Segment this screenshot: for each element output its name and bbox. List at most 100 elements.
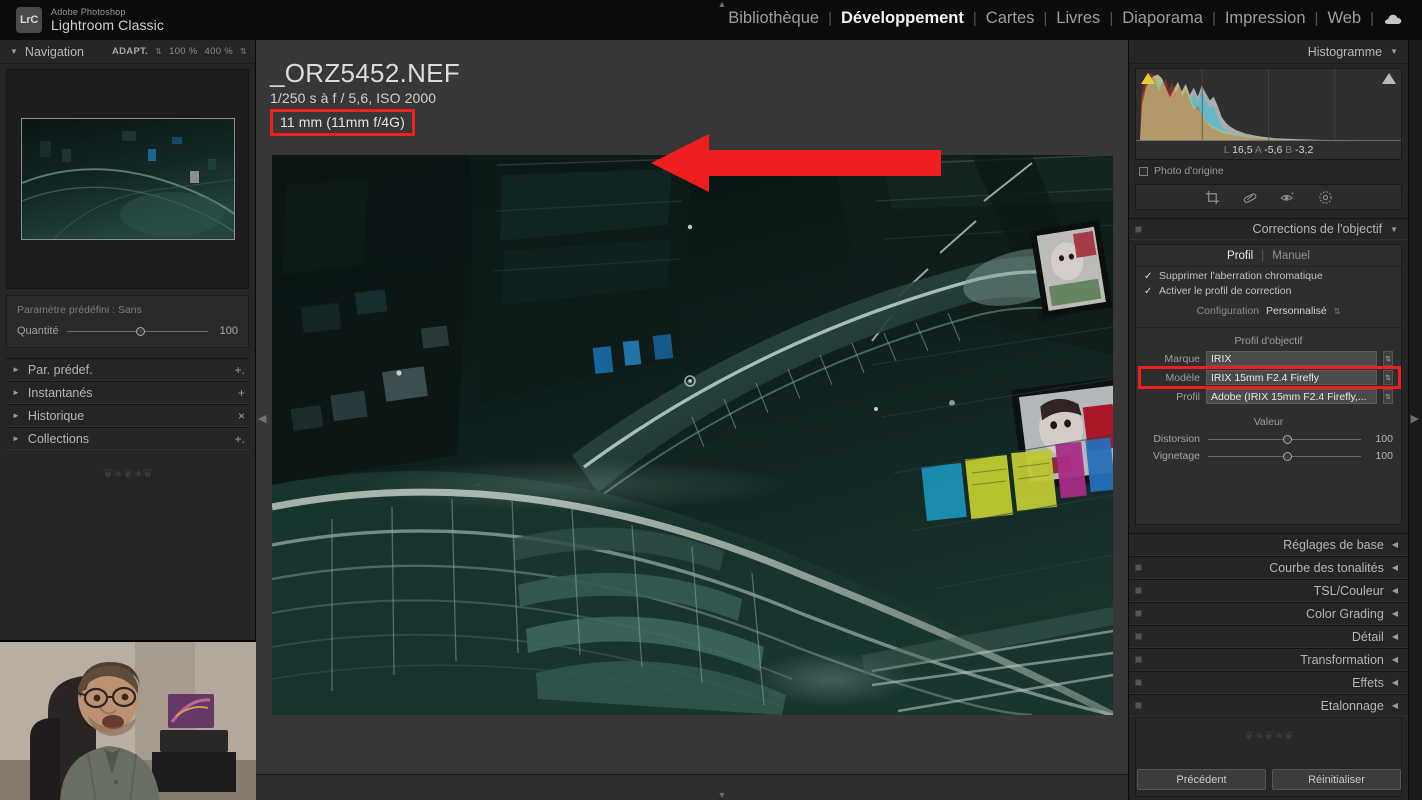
right-panel-buttons[interactable]: Précédent Réinitialiser [1129, 769, 1409, 790]
chevron-left-icon[interactable]: ◀ [1392, 701, 1398, 710]
module-picker[interactable]: Bibliothèque | Développement | Cartes | … [719, 9, 1406, 28]
distortion-slider[interactable] [1208, 434, 1361, 444]
navigator-header[interactable]: ▼ Navigation ADAPT. ⇅ 100 % 400 % ⇅ [0, 40, 255, 64]
add-snapshot-icon[interactable]: + [238, 386, 245, 400]
clear-history-icon[interactable]: × [238, 409, 245, 423]
chevron-right-icon[interactable]: ► [12, 411, 20, 420]
panel-switch-icon[interactable] [1135, 633, 1142, 640]
chevron-left-icon[interactable]: ◀ [1392, 609, 1398, 618]
previous-button[interactable]: Précédent [1137, 769, 1266, 790]
section-transformation[interactable]: Transformation ◀ [1129, 648, 1408, 671]
module-diaporama[interactable]: Diaporama [1113, 9, 1212, 28]
chevron-right-icon[interactable]: ► [12, 434, 20, 443]
add-preset-icon[interactable]: +. [235, 363, 245, 377]
chevron-left-icon[interactable]: ◀ [1392, 678, 1398, 687]
checkmark-icon[interactable]: ✓ [1144, 286, 1153, 297]
enable-profile-correction-toggle[interactable]: ✓ Activer le profil de correction [1136, 282, 1401, 297]
chromatic-aberration-toggle[interactable]: ✓ Supprimer l'aberration chromatique [1136, 267, 1401, 282]
navigator-thumbnail[interactable] [20, 118, 235, 240]
spot-removal-icon[interactable] [1242, 190, 1258, 205]
section-color-grading[interactable]: Color Grading ◀ [1129, 602, 1408, 625]
zoom-level-stepper-icon[interactable]: ⇅ [240, 47, 247, 56]
vignetting-slider-row[interactable]: Vignetage 100 [1144, 450, 1393, 462]
distortion-value[interactable]: 100 [1369, 433, 1393, 445]
lens-corrections-header[interactable]: Corrections de l'objectif ▼ [1129, 218, 1408, 240]
collapse-left-panel-icon[interactable]: ◀ [258, 412, 266, 425]
chevron-left-icon[interactable]: ◀ [1392, 563, 1398, 572]
main-photo[interactable] [271, 155, 1113, 715]
panel-switch-icon[interactable] [1135, 587, 1142, 594]
checkmark-icon[interactable]: ✓ [1144, 271, 1153, 282]
chevron-down-icon[interactable]: ▼ [1390, 47, 1398, 56]
highlight-clipping-icon[interactable] [1382, 73, 1396, 84]
tab-manuel[interactable]: Manuel [1272, 250, 1310, 262]
distortion-slider-row[interactable]: Distorsion 100 [1144, 433, 1393, 445]
configuration-dropdown-icon[interactable]: ⇅ [1334, 307, 1341, 316]
preset-amount-row[interactable]: Quantité 100 [17, 325, 238, 337]
chevron-right-icon[interactable]: ► [12, 388, 20, 397]
lens-profile-value[interactable]: Adobe (IRIX 15mm F2.4 Firefly,... [1206, 389, 1377, 404]
cloud-sync-icon[interactable] [1374, 13, 1406, 25]
section-courbe-des-tonalites[interactable]: Courbe des tonalités ◀ [1129, 556, 1408, 579]
chevron-left-icon[interactable]: ◀ [1392, 655, 1398, 664]
filmstrip-toolbar[interactable] [256, 774, 1128, 800]
chevron-left-icon[interactable]: ◀ [1392, 632, 1398, 641]
lens-profile-dropdown-icon[interactable]: ⇅ [1383, 389, 1393, 404]
reset-button[interactable]: Réinitialiser [1272, 769, 1401, 790]
panel-switch-icon[interactable] [1135, 679, 1142, 686]
module-impression[interactable]: Impression [1216, 9, 1315, 28]
histogram-header[interactable]: Histogramme ▼ [1129, 40, 1408, 64]
lens-make-value[interactable]: IRIX [1206, 351, 1377, 366]
top-panel-handle[interactable]: ▲ [711, 0, 733, 9]
panel-switch-icon[interactable] [1135, 656, 1142, 663]
section-detail[interactable]: Détail ◀ [1129, 625, 1408, 648]
histogram-panel[interactable]: L 16,5 A -5,6 B -3,2 [1135, 68, 1402, 160]
chevron-left-icon[interactable]: ◀ [1392, 540, 1398, 549]
photo-stage[interactable] [270, 134, 1114, 736]
chevron-down-icon[interactable]: ▼ [1390, 225, 1398, 234]
checkbox-icon[interactable] [1139, 166, 1148, 176]
module-web[interactable]: Web [1318, 9, 1370, 28]
module-livres[interactable]: Livres [1047, 9, 1109, 28]
zoom-level-options[interactable]: ADAPT. ⇅ 100 % 400 % ⇅ [112, 46, 247, 57]
lens-model-value[interactable]: IRIX 15mm F2.4 Firefly [1206, 370, 1377, 385]
masking-icon[interactable] [1318, 190, 1333, 205]
section-etalonnage[interactable]: Etalonnage ◀ [1129, 694, 1408, 717]
lens-model-dropdown-icon[interactable]: ⇅ [1383, 370, 1393, 385]
red-eye-icon[interactable] [1280, 190, 1296, 204]
develop-tools-strip[interactable] [1135, 184, 1402, 210]
preset-amount-slider-knob[interactable] [135, 326, 145, 336]
collapse-right-panel-icon[interactable]: ▶ [1411, 412, 1419, 425]
configuration-row[interactable]: Configuration Personnalisé ⇅ [1136, 305, 1401, 317]
panel-switch-icon[interactable] [1135, 702, 1142, 709]
zoom-adapt-stepper-icon[interactable]: ⇅ [155, 47, 162, 56]
panel-switch-icon[interactable] [1135, 225, 1142, 233]
bottom-panel-handle[interactable]: ▼ [711, 791, 733, 800]
section-reglages-de-base[interactable]: Réglages de base ◀ [1129, 533, 1408, 556]
preset-amount-slider[interactable] [66, 326, 208, 336]
module-developpement[interactable]: Développement [832, 9, 973, 28]
navigator-preview-area[interactable] [6, 69, 249, 289]
module-bibliotheque[interactable]: Bibliothèque [719, 9, 828, 28]
chevron-left-icon[interactable]: ◀ [1392, 586, 1398, 595]
preset-amount-value[interactable]: 100 [216, 325, 238, 337]
sidebar-item-presets[interactable]: ► Par. prédef. +. [6, 358, 249, 381]
add-collection-icon[interactable]: +. [235, 432, 245, 446]
section-effets[interactable]: Effets ◀ [1129, 671, 1408, 694]
vignetting-value[interactable]: 100 [1369, 450, 1393, 462]
sidebar-item-snapshots[interactable]: ► Instantanés + [6, 381, 249, 404]
zoom-400-option[interactable]: 400 % [205, 46, 233, 57]
lens-make-row[interactable]: Marque IRIX ⇅ [1144, 351, 1393, 366]
distortion-slider-knob[interactable] [1282, 434, 1292, 444]
configuration-value[interactable]: Personnalisé [1266, 305, 1327, 317]
vignetting-slider[interactable] [1208, 451, 1361, 461]
module-cartes[interactable]: Cartes [977, 9, 1044, 28]
zoom-100-option[interactable]: 100 % [169, 46, 197, 57]
crop-icon[interactable] [1205, 190, 1220, 205]
sidebar-item-history[interactable]: ► Historique × [6, 404, 249, 427]
tab-profil[interactable]: Profil [1227, 250, 1253, 262]
vignetting-slider-knob[interactable] [1282, 451, 1292, 461]
lens-mode-tabs[interactable]: Profil | Manuel [1136, 245, 1401, 267]
panel-switch-icon[interactable] [1135, 564, 1142, 571]
original-photo-toggle[interactable]: Photo d'origine [1139, 165, 1408, 177]
